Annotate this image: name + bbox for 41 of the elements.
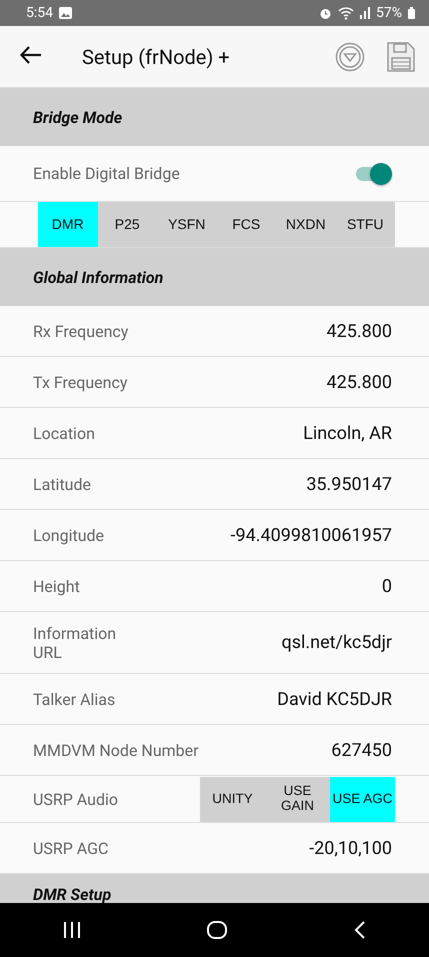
mode-tab[interactable]: DMR: [38, 202, 98, 247]
screen-title: Setup (frNode) +: [82, 44, 231, 68]
setting-value[interactable]: 0: [382, 576, 392, 596]
setting-value[interactable]: David KC5DJR: [277, 688, 392, 710]
save-icon[interactable]: [387, 42, 415, 72]
setting-label: Tx Frequency: [33, 372, 128, 392]
image-icon: [59, 7, 72, 19]
setting-value[interactable]: Lincoln, AR: [303, 422, 392, 444]
setting-label: Longitude: [33, 526, 106, 544]
setting-label: Talker Alias: [33, 690, 116, 708]
status-time: 5:54: [26, 5, 53, 21]
setting-label: USRP AGC: [33, 838, 110, 858]
setting-label: Latitude: [33, 474, 92, 494]
back-icon[interactable]: [354, 921, 366, 939]
audio-option-tab[interactable]: USE AGC: [330, 776, 395, 822]
toggle-switch[interactable]: [356, 162, 392, 186]
setting-value[interactable]: 425.800: [326, 320, 392, 342]
setting-label: Height: [33, 576, 81, 596]
setting-label: MMDVM Node Number: [33, 740, 200, 760]
recent-apps-icon[interactable]: [63, 922, 82, 938]
setting-value[interactable]: -20,10,100: [309, 838, 392, 858]
setting-value[interactable]: qsl.net/kc5djr: [282, 632, 392, 653]
setting-value[interactable]: 35.950147: [306, 474, 392, 494]
setting-label: Rx Frequency: [33, 322, 130, 340]
section-header: Global Information: [0, 248, 429, 306]
setting-label: Information URL: [33, 624, 118, 662]
setting-value[interactable]: 627450: [331, 740, 392, 760]
home-icon[interactable]: [207, 921, 228, 939]
section-header: DMR Setup: [0, 874, 429, 904]
alarm-icon: [319, 6, 332, 20]
setting-value[interactable]: -94.4099810061957: [230, 524, 392, 546]
dropdown-circle-icon[interactable]: [335, 42, 365, 72]
battery-percent: 57%: [376, 5, 402, 21]
setting-label: Enable Digital Bridge: [33, 164, 181, 183]
setting-label: Location: [33, 424, 96, 442]
setting-label: USRP Audio: [33, 790, 120, 808]
section-header: Bridge Mode: [0, 88, 429, 146]
wifi-icon: [338, 6, 354, 20]
battery-icon: [408, 7, 415, 19]
signal-icon: [360, 7, 370, 19]
setting-value[interactable]: 425.800: [326, 372, 392, 392]
